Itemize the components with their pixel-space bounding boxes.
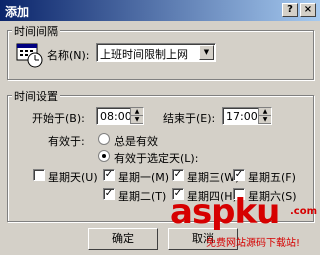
day-label-tuesday: 星期二(T) [118,190,167,203]
interval-group-title: 时间间隔 [12,23,60,39]
chevron-down-icon[interactable]: ▼ [199,45,214,60]
radio-always[interactable] [98,133,110,145]
radio-selected-days[interactable] [98,150,110,162]
day-label-friday: 星期五(F) [248,171,296,184]
ok-button[interactable]: 确定 [88,228,158,250]
checkbox-monday[interactable]: ✓ [103,169,115,181]
radio-always-label: 总是有效 [114,135,158,148]
name-combobox[interactable]: 上班时间限制上网 ▼ [96,43,216,62]
watermark-tld: .com [290,206,318,217]
settings-group-title: 时间设置 [12,88,60,104]
end-spinner[interactable]: ▲ ▼ [258,108,271,124]
name-label: 名称(N): [47,49,90,62]
title-bar [0,0,320,21]
end-time-value: 17:00 [226,110,258,123]
watermark-subtitle: 免费网站源码下载站! [206,238,301,249]
checkbox-wednesday[interactable]: ✓ [172,169,184,181]
start-label: 开始于(B): [32,112,85,125]
start-time-input[interactable]: 08:00 ▲ ▼ [96,107,144,125]
end-label: 结束于(E): [163,112,216,125]
day-label-monday: 星期一(M) [118,171,170,184]
watermark-logo: aspku .com 免费网站源码下载站! [170,192,320,254]
start-time-value: 08:00 [100,110,132,123]
day-label-wednesday: 星期三(W) [187,171,240,184]
help-button[interactable]: ? [282,3,298,17]
name-value: 上班时间限制上网 [100,48,188,61]
watermark-brand: aspku [170,192,280,232]
start-spinner[interactable]: ▲ ▼ [130,108,143,124]
radio-selected-label: 有效于选定天(L): [114,152,199,165]
window-title: 添加 [5,5,30,19]
schedule-icon [16,41,44,69]
end-time-input[interactable]: 17:00 ▲ ▼ [222,107,272,125]
effective-label: 有效于: [48,135,85,148]
close-button[interactable]: × [300,3,316,17]
checkbox-tuesday[interactable]: ✓ [103,188,115,200]
checkbox-friday[interactable]: ✓ [233,169,245,181]
checkbox-sunday[interactable] [33,169,45,181]
day-label-sunday: 星期天(U) [48,171,98,184]
